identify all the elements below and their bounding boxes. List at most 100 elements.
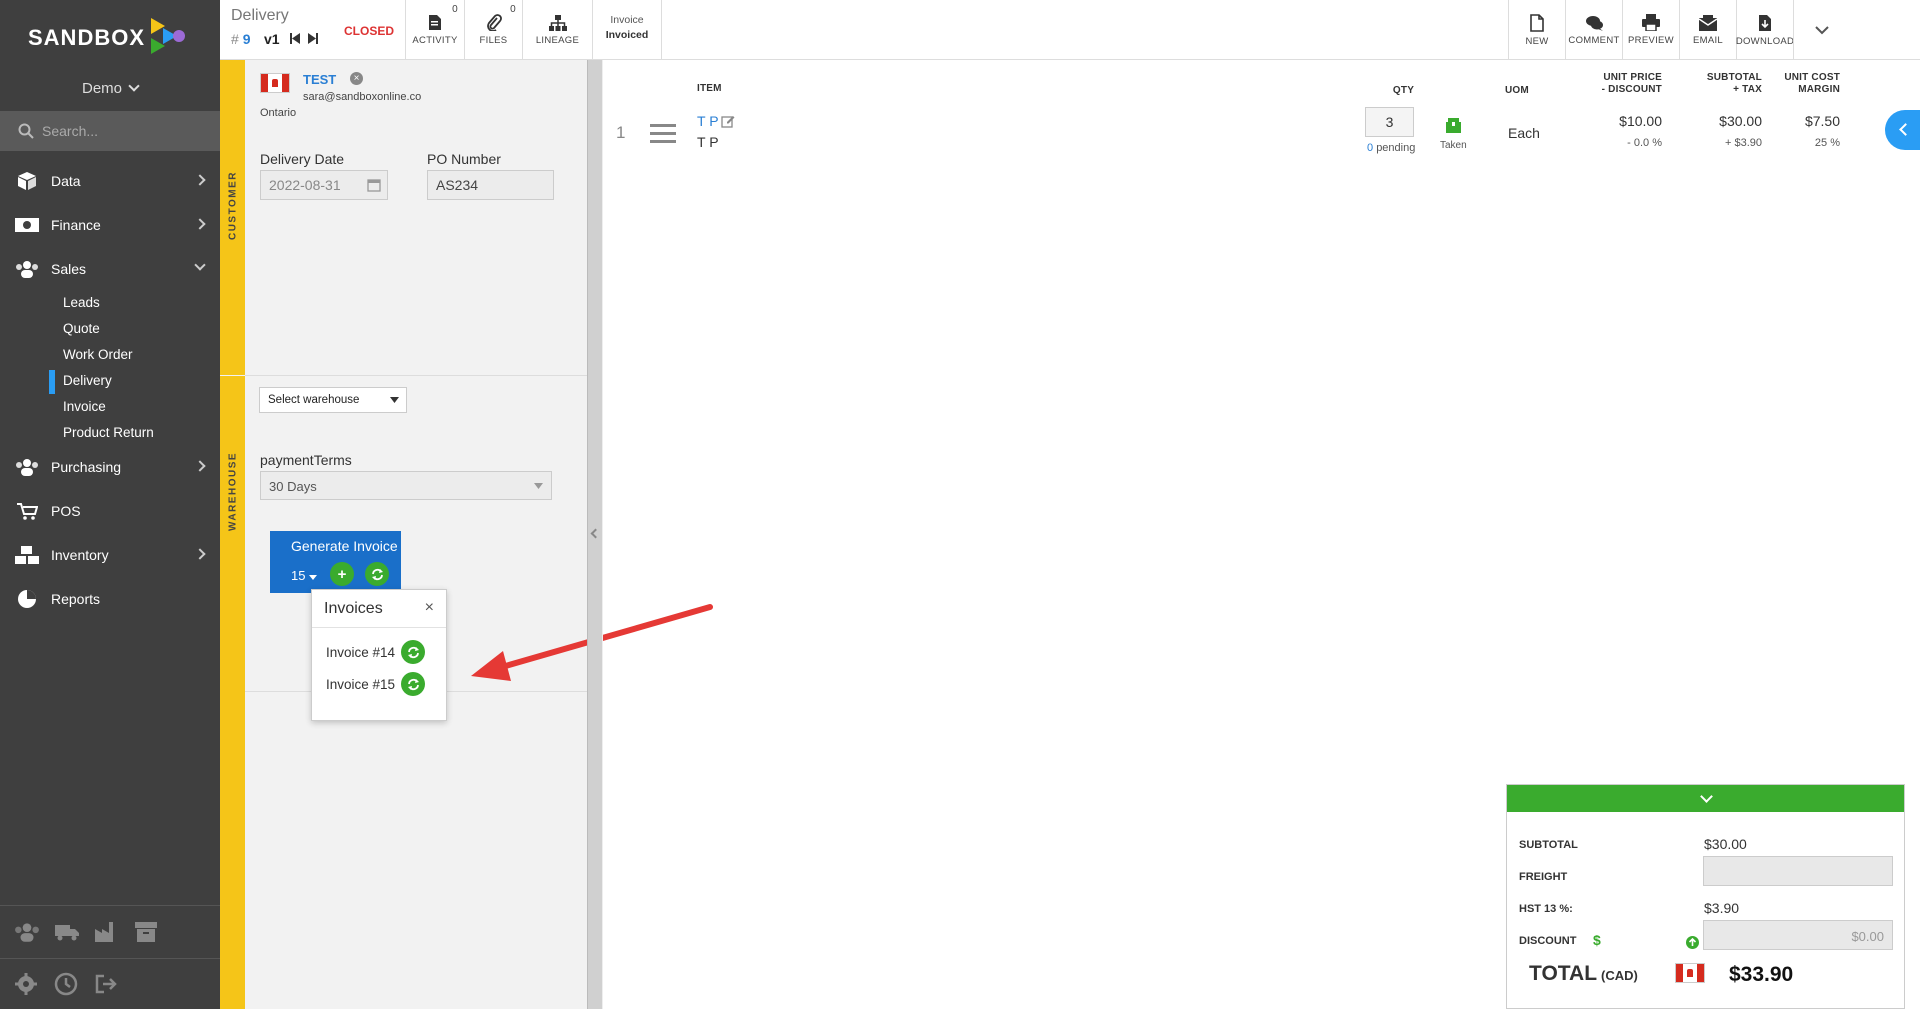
- edit-icon[interactable]: [721, 114, 735, 128]
- item-link[interactable]: T P: [697, 113, 719, 129]
- app-logo[interactable]: SANDBOX: [28, 14, 189, 62]
- sidebar-sub-product-return[interactable]: Product Return: [63, 425, 154, 440]
- users-icon[interactable]: [14, 922, 40, 942]
- discount-input[interactable]: $0.00: [1703, 920, 1893, 950]
- panel-splitter[interactable]: [587, 60, 603, 1009]
- calendar-icon[interactable]: [367, 178, 381, 192]
- add-invoice-icon[interactable]: +: [330, 562, 354, 586]
- brand-name: SANDBOX: [28, 25, 146, 50]
- search-placeholder[interactable]: Search...: [42, 123, 98, 139]
- customer-email: sara@sandboxonline.co: [303, 91, 422, 103]
- total-label: TOTAL (CAD): [1529, 962, 1638, 986]
- truck-icon[interactable]: [54, 922, 80, 942]
- sidebar-sub-work-order[interactable]: Work Order: [63, 347, 133, 362]
- header-subtotal: SUBTOTAL + TAX: [1680, 72, 1762, 96]
- sidebar-sub-invoice[interactable]: Invoice: [63, 399, 106, 414]
- sidebar-item-data[interactable]: Data: [0, 163, 220, 199]
- previous-record-icon[interactable]: [290, 33, 300, 44]
- clock-icon[interactable]: [54, 972, 78, 996]
- lineage-button[interactable]: LINEAGE: [522, 0, 592, 60]
- comment-button[interactable]: COMMENT: [1565, 0, 1622, 60]
- sidebar-item-label: Purchasing: [51, 459, 122, 475]
- po-number-label: PO Number: [427, 151, 501, 167]
- pie-chart-icon: [14, 588, 40, 610]
- invoice-status[interactable]: Invoice Invoiced: [592, 0, 662, 60]
- envelope-icon: [1699, 14, 1717, 31]
- logout-icon[interactable]: [94, 972, 118, 996]
- org-switcher[interactable]: Demo: [0, 80, 220, 97]
- delivery-date-label: Delivery Date: [260, 151, 345, 167]
- currency-code: (CAD): [1601, 968, 1638, 983]
- invoice-link-label[interactable]: Invoice #15: [326, 677, 395, 692]
- sidebar-item-reports[interactable]: Reports: [0, 581, 220, 617]
- new-button[interactable]: NEW: [1508, 0, 1565, 60]
- close-icon[interactable]: ×: [425, 599, 434, 617]
- archive-icon[interactable]: [134, 921, 158, 943]
- sidebar-item-sales[interactable]: Sales: [0, 251, 220, 287]
- invoice-status-value: Invoiced: [605, 29, 649, 41]
- header-subtotal-line1: SUBTOTAL: [1706, 72, 1762, 83]
- side-panel-toggle[interactable]: [1885, 110, 1920, 150]
- header-unit-price: UNIT PRICE - DISCOUNT: [1580, 72, 1662, 96]
- invoice-link[interactable]: Invoice #14: [312, 636, 446, 668]
- customer-name-link[interactable]: TEST: [303, 72, 336, 87]
- discount-currency-toggle[interactable]: $: [1593, 932, 1601, 948]
- subtotal-label: SUBTOTAL: [1519, 839, 1578, 851]
- sidebar-sub-leads[interactable]: Leads: [63, 295, 100, 310]
- generate-invoice-button[interactable]: Generate Invoice: [291, 538, 398, 554]
- sidebar-item-pos[interactable]: POS: [0, 493, 220, 529]
- refresh-icon[interactable]: [401, 672, 426, 696]
- next-record-icon[interactable]: [308, 33, 318, 44]
- totals-collapse-bar[interactable]: [1507, 785, 1904, 812]
- delivery-date-field[interactable]: 2022-08-31: [260, 170, 388, 200]
- users-icon: [14, 258, 40, 280]
- activity-label: ACTIVITY: [412, 35, 458, 46]
- total-text: TOTAL: [1529, 962, 1598, 985]
- invoices-popover: Invoices × Invoice #14 Invoice #15: [311, 589, 447, 721]
- margin-value: 25 %: [1814, 137, 1840, 149]
- search-icon: [18, 123, 34, 139]
- more-actions-button[interactable]: [1793, 0, 1850, 60]
- sidebar-sub-delivery[interactable]: Delivery: [63, 373, 112, 388]
- qty-input[interactable]: 3: [1365, 107, 1414, 137]
- download-button[interactable]: DOWNLOAD: [1736, 0, 1794, 60]
- header-unit-cost-line1: UNIT COST: [1784, 72, 1840, 83]
- activity-button[interactable]: 0 ACTIVITY: [405, 0, 464, 60]
- search-box[interactable]: Search...: [0, 111, 220, 151]
- sidebar-item-inventory[interactable]: Inventory: [0, 537, 220, 573]
- payment-terms-select[interactable]: 30 Days: [260, 471, 552, 500]
- remove-customer-icon[interactable]: ×: [350, 72, 363, 85]
- invoice-count-dropdown[interactable]: 15: [291, 568, 318, 583]
- header-unit-cost-line2: MARGIN: [1798, 84, 1840, 95]
- drag-handle-icon[interactable]: [650, 124, 676, 144]
- refresh-icon[interactable]: [365, 562, 389, 586]
- email-button[interactable]: EMAIL: [1679, 0, 1736, 60]
- sidebar-shortcuts: [0, 905, 220, 957]
- gear-icon[interactable]: [14, 972, 38, 996]
- preview-button[interactable]: PREVIEW: [1622, 0, 1679, 60]
- warehouse-section-label: WAREHOUSE: [227, 451, 239, 532]
- sidebar-item-label: Reports: [51, 591, 101, 607]
- sidebar-item-finance[interactable]: Finance: [0, 207, 220, 243]
- po-number-field[interactable]: AS234: [427, 170, 554, 200]
- unit-price-value: $10.00: [1619, 113, 1662, 129]
- warehouse-select[interactable]: Select warehouse: [259, 387, 407, 413]
- add-discount-icon[interactable]: [1686, 936, 1699, 949]
- cart-icon: [14, 500, 40, 522]
- invoice-link-label[interactable]: Invoice #14: [326, 645, 395, 660]
- cube-icon: [14, 170, 40, 192]
- factory-icon[interactable]: [94, 921, 120, 943]
- sidebar-item-purchasing[interactable]: Purchasing: [0, 449, 220, 485]
- preview-label: PREVIEW: [1628, 35, 1674, 46]
- invoice-link[interactable]: Invoice #15: [312, 668, 446, 700]
- freight-input[interactable]: [1703, 856, 1893, 886]
- caret-down-icon: [390, 397, 399, 403]
- sidebar-sub-quote[interactable]: Quote: [63, 321, 100, 336]
- files-button[interactable]: 0 FILES: [464, 0, 522, 60]
- refresh-icon[interactable]: [401, 640, 426, 664]
- invoice-count: 15: [291, 568, 306, 583]
- sidebar-footer: [0, 958, 220, 1009]
- version-label[interactable]: v1: [264, 31, 280, 47]
- pending-count: 0: [1367, 142, 1374, 154]
- chevron-down-icon: [1815, 26, 1829, 35]
